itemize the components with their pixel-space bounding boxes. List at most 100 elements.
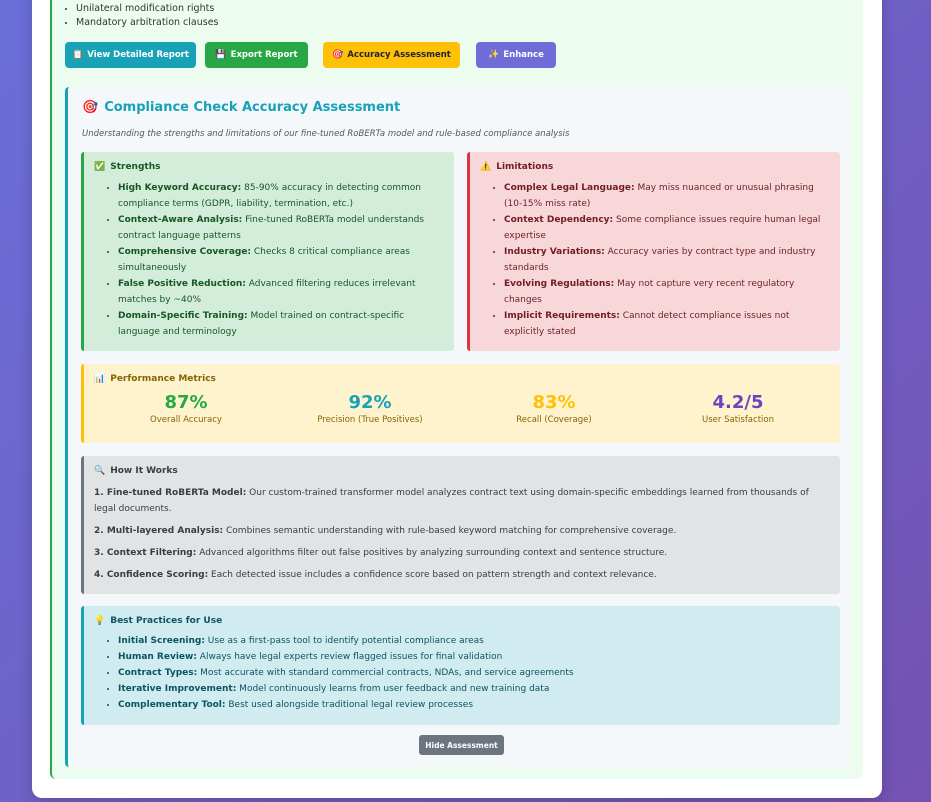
heading-text: Best Practices for Use (110, 616, 223, 626)
lightbulb-icon: 💡 (94, 616, 106, 626)
list-item: Comprehensive Coverage: Checks 8 critica… (118, 244, 444, 276)
clipboard-icon: 📋 (72, 50, 84, 60)
assessment-title-text: Compliance Check Accuracy Assessment (104, 100, 401, 115)
best-practices-list: Initial Screening: Use as a first-pass t… (94, 633, 830, 713)
item-text: Most accurate with standard commercial c… (197, 668, 574, 678)
metric-overall-accuracy: 87% Overall Accuracy (94, 392, 278, 425)
magnifier-icon: 🔍 (94, 466, 106, 476)
limitations-list: Complex Legal Language: May miss nuanced… (480, 180, 830, 340)
list-item: High Keyword Accuracy: 85-90% accuracy i… (118, 180, 444, 212)
item-label: Industry Variations: (504, 247, 605, 257)
assessment-subtitle: Understanding the strengths and limitati… (82, 129, 570, 139)
item-label: Domain-Specific Training: (118, 311, 248, 321)
button-label: Accuracy Assessment (347, 50, 451, 60)
list-item: Complementary Tool: Best used alongside … (118, 697, 830, 713)
list-item: Mandatory arbitration clauses (65, 16, 219, 30)
strengths-box: ✅ Strengths High Keyword Accuracy: 85-90… (81, 152, 454, 351)
button-label: Export Report (230, 50, 298, 60)
accuracy-assessment-panel: 🎯 Compliance Check Accuracy Assessment U… (65, 87, 850, 767)
how-step: 2. Multi-layered Analysis: Combines sema… (94, 523, 830, 539)
action-toolbar: 📋 View Detailed Report 💾 Export Report 🎯… (65, 42, 556, 68)
metric-value: 83% (532, 392, 576, 413)
list-item: Domain-Specific Training: Model trained … (118, 308, 444, 340)
list-item: Complex Legal Language: May miss nuanced… (504, 180, 830, 212)
list-item: Initial Screening: Use as a first-pass t… (118, 633, 830, 649)
limitations-box: ⚠️ Limitations Complex Legal Language: M… (467, 152, 840, 351)
item-text: Always have legal experts review flagged… (196, 652, 503, 662)
item-label: Implicit Requirements: (504, 311, 620, 321)
performance-metrics-box: 📊 Performance Metrics 87% Overall Accura… (81, 364, 840, 443)
step-label: 1. Fine-tuned RoBERTa Model: (94, 488, 247, 498)
metric-value: 87% (164, 392, 208, 413)
list-item: Contract Types: Most accurate with stand… (118, 665, 830, 681)
list-item: Context-Aware Analysis: Fine-tuned RoBER… (118, 212, 444, 244)
step-text: Combines semantic understanding with rul… (223, 526, 677, 536)
item-label: Human Review: (118, 652, 197, 662)
item-label: False Positive Reduction: (118, 279, 246, 289)
list-item: Evolving Regulations: May not capture ve… (504, 276, 830, 308)
metric-label: Overall Accuracy (150, 415, 222, 425)
accuracy-assessment-button[interactable]: 🎯 Accuracy Assessment (323, 42, 460, 68)
list-item: Iterative Improvement: Model continuousl… (118, 681, 830, 697)
metric-label: User Satisfaction (702, 415, 774, 425)
target-icon: 🎯 (82, 100, 99, 115)
item-label: Context-Aware Analysis: (118, 215, 243, 225)
enhance-button[interactable]: ✨ Enhance (476, 42, 556, 68)
hide-assessment-button[interactable]: Hide Assessment (419, 735, 504, 755)
heading-text: Strengths (110, 162, 161, 172)
target-icon: 🎯 (332, 50, 344, 60)
step-label: 3. Context Filtering: (94, 548, 197, 558)
metrics-heading: 📊 Performance Metrics (94, 374, 830, 384)
best-practices-box: 💡 Best Practices for Use Initial Screeni… (81, 606, 840, 725)
item-text: Use as a first-pass tool to identify pot… (204, 636, 484, 646)
metric-label: Recall (Coverage) (516, 415, 592, 425)
metric-user-satisfaction: 4.2/5 User Satisfaction (646, 392, 830, 425)
metrics-row: 87% Overall Accuracy 92% Precision (True… (94, 392, 830, 425)
metric-label: Precision (True Positives) (317, 415, 423, 425)
metric-recall: 83% Recall (Coverage) (462, 392, 646, 425)
item-label: Evolving Regulations: (504, 279, 615, 289)
list-item: Unilateral modification rights (65, 2, 219, 16)
list-item: Human Review: Always have legal experts … (118, 649, 830, 665)
best-heading: 💡 Best Practices for Use (94, 616, 830, 626)
item-text: Best used alongside traditional legal re… (225, 700, 474, 710)
step-text: Each detected issue includes a confidenc… (208, 570, 657, 580)
metric-precision: 92% Precision (True Positives) (278, 392, 462, 425)
step-label: 2. Multi-layered Analysis: (94, 526, 224, 536)
export-report-button[interactable]: 💾 Export Report (205, 42, 308, 68)
list-item: Context Dependency: Some compliance issu… (504, 212, 830, 244)
check-icon: ✅ (94, 162, 106, 172)
strengths-list: High Keyword Accuracy: 85-90% accuracy i… (94, 180, 444, 340)
heading-text: Limitations (496, 162, 554, 172)
list-item: False Positive Reduction: Advanced filte… (118, 276, 444, 308)
issue-list: Unilateral modification rights Mandatory… (65, 2, 219, 30)
item-label: Complex Legal Language: (504, 183, 635, 193)
button-label: Enhance (503, 50, 544, 60)
metric-value: 4.2/5 (712, 392, 764, 413)
heading-text: How It Works (110, 466, 178, 476)
floppy-disk-icon: 💾 (215, 50, 227, 60)
item-label: Contract Types: (118, 668, 198, 678)
how-heading: 🔍 How It Works (94, 466, 830, 476)
step-label: 4. Confidence Scoring: (94, 570, 209, 580)
button-label: View Detailed Report (87, 50, 189, 60)
heading-text: Performance Metrics (110, 374, 216, 384)
item-label: Initial Screening: (118, 636, 205, 646)
item-label: Context Dependency: (504, 215, 614, 225)
item-label: Complementary Tool: (118, 700, 226, 710)
limitations-heading: ⚠️ Limitations (480, 162, 830, 172)
how-step: 4. Confidence Scoring: Each detected iss… (94, 567, 830, 583)
strengths-heading: ✅ Strengths (94, 162, 444, 172)
metric-value: 92% (348, 392, 392, 413)
how-step: 3. Context Filtering: Advanced algorithm… (94, 545, 830, 561)
how-it-works-box: 🔍 How It Works 1. Fine-tuned RoBERTa Mod… (81, 456, 840, 594)
list-item: Industry Variations: Accuracy varies by … (504, 244, 830, 276)
bar-chart-icon: 📊 (94, 374, 106, 384)
step-text: Advanced algorithms filter out false pos… (196, 548, 668, 558)
sparkles-icon: ✨ (488, 50, 500, 60)
item-label: High Keyword Accuracy: (118, 183, 242, 193)
item-label: Comprehensive Coverage: (118, 247, 252, 257)
warning-icon: ⚠️ (480, 162, 492, 172)
item-text: Model continuously learns from user feed… (236, 684, 550, 694)
view-detailed-report-button[interactable]: 📋 View Detailed Report (65, 42, 196, 68)
